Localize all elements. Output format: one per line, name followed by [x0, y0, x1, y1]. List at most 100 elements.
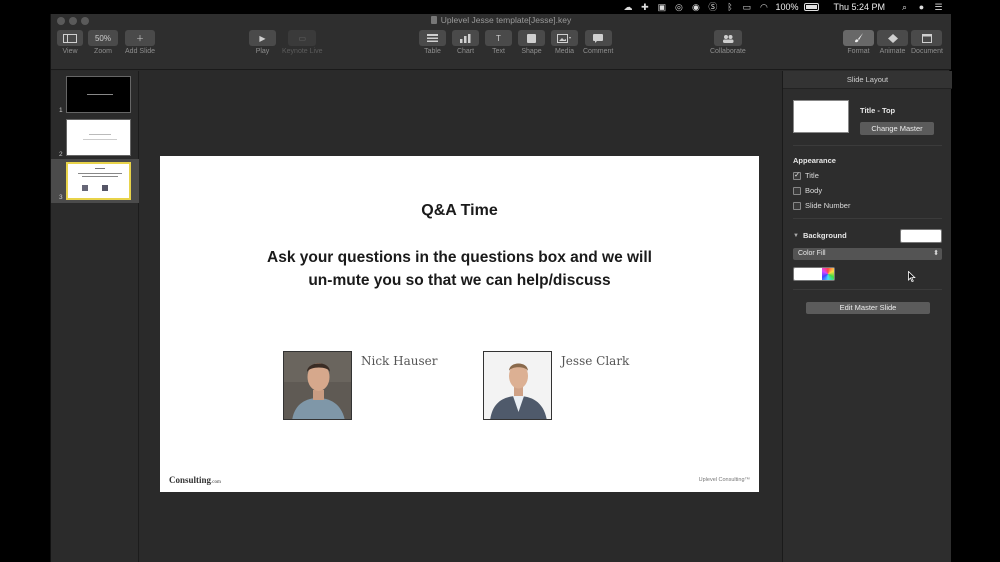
background-section-toggle[interactable]: ▼ Background: [793, 231, 847, 240]
slide[interactable]: Q&A Time Ask your questions in the quest…: [160, 156, 759, 492]
body-checkbox-row[interactable]: Body: [793, 186, 822, 195]
toolbar: View 50% Zoom ＋ Add Slide ▶ Play ▭ Keyno…: [51, 28, 951, 70]
document-inspector-icon: [911, 30, 943, 46]
thumbnail-text-line: [87, 94, 113, 95]
add-slide-button[interactable]: ＋ Add Slide: [125, 30, 155, 55]
checkbox-label: Slide Number: [805, 201, 851, 210]
keynote-window: Uplevel Jesse template[Jesse].key View 5…: [50, 14, 952, 562]
slide-number: 3: [59, 194, 63, 201]
monitor-icon[interactable]: ▣: [656, 2, 667, 12]
search-icon[interactable]: ⌕: [899, 2, 910, 12]
animate-button[interactable]: Animate: [877, 30, 908, 55]
slide-canvas[interactable]: Q&A Time Ask your questions in the quest…: [140, 71, 782, 562]
paintbrush-icon: [843, 30, 874, 46]
plus-icon: ＋: [125, 30, 155, 46]
media-button[interactable]: Media: [551, 30, 578, 55]
slide-thumbnail-1[interactable]: [66, 76, 131, 113]
slide-number: 2: [59, 151, 63, 158]
keynote-live-icon: ▭: [288, 30, 317, 46]
circle-dot-icon[interactable]: ◉: [690, 2, 701, 12]
shape-icon: [518, 30, 545, 46]
change-master-button[interactable]: Change Master: [860, 122, 934, 135]
background-swatch[interactable]: [900, 229, 942, 243]
text-icon: T: [485, 30, 512, 46]
play-button[interactable]: ▶ Play: [249, 30, 276, 55]
chart-icon: [452, 30, 479, 46]
slide-title[interactable]: Q&A Time: [160, 202, 759, 220]
person-card: Nick Hauser: [283, 351, 438, 420]
battery-percent: 100%: [775, 2, 799, 12]
battery-icon[interactable]: [804, 3, 820, 11]
slide-number: 1: [59, 107, 63, 114]
circle-icon[interactable]: ◎: [673, 2, 684, 12]
notification-center-icon[interactable]: ☰: [933, 2, 944, 12]
slide-number-checkbox[interactable]: [793, 201, 801, 210]
fill-type-select[interactable]: Color Fill ⬍: [793, 248, 942, 260]
person-photo[interactable]: [283, 351, 352, 420]
wifi-icon[interactable]: ◠: [758, 2, 769, 12]
person-photo[interactable]: [483, 351, 552, 420]
background-heading: Background: [802, 231, 847, 240]
divider: [793, 289, 942, 290]
title-checkbox-row[interactable]: ✓ Title: [793, 171, 819, 180]
slide-body-line: Ask your questions in the questions box …: [267, 249, 652, 266]
title-bar: Uplevel Jesse template[Jesse].key: [51, 14, 951, 28]
select-arrows-icon: ⬍: [933, 250, 939, 257]
format-inspector: Slide Layout Title - Top Change Master A…: [782, 71, 952, 562]
slide-thumbnail-3[interactable]: [66, 162, 131, 200]
divider: [793, 218, 942, 219]
chart-button[interactable]: Chart: [452, 30, 479, 55]
siri-icon[interactable]: ●: [916, 2, 927, 12]
thumbnail-text-line: [95, 168, 105, 169]
title-checkbox[interactable]: ✓: [793, 171, 801, 180]
checkbox-label: Body: [805, 186, 823, 195]
slide-number-checkbox-row[interactable]: Slide Number: [793, 201, 850, 210]
view-icon: [57, 30, 83, 46]
master-thumbnail[interactable]: [793, 100, 849, 133]
airplay-icon[interactable]: ▭: [741, 2, 752, 12]
thumbnail-text-line: [83, 139, 117, 140]
clock[interactable]: Thu 5:24 PM: [833, 2, 885, 12]
collaborate-icon: [713, 30, 742, 46]
slide-body[interactable]: Ask your questions in the questions box …: [200, 246, 719, 292]
color-well[interactable]: [793, 267, 835, 281]
thumbnail-text-line: [89, 134, 111, 135]
color-wheel-icon[interactable]: [822, 268, 834, 280]
comment-button[interactable]: Comment: [583, 30, 613, 55]
footer-brand-text: Uplevel Consulting™: [698, 477, 750, 483]
divider: [793, 145, 942, 146]
media-icon: [551, 30, 578, 46]
cloud-icon[interactable]: ☁: [622, 2, 633, 12]
document-icon: [430, 16, 437, 24]
person-card: Jesse Clark: [483, 351, 629, 420]
shape-button[interactable]: Shape: [518, 30, 545, 55]
slide-thumbnail-2[interactable]: [66, 119, 131, 156]
table-button[interactable]: Table: [419, 30, 446, 55]
menu-bar: ☁ ✚ ▣ ◎ ◉ Ⓢ ᛒ ▭ ◠ 100% Thu 5:24 PM ⌕ ● ☰: [0, 0, 1000, 14]
inspector-tab-slide-layout[interactable]: Slide Layout: [783, 71, 952, 89]
slide-navigator: 1 2 3: [51, 71, 139, 562]
bluetooth-icon[interactable]: ᛒ: [724, 2, 735, 12]
play-icon: ▶: [249, 30, 276, 46]
person-name[interactable]: Nick Hauser: [361, 354, 438, 368]
person-name[interactable]: Jesse Clark: [561, 354, 629, 368]
consulting-logo: Consulting.com: [169, 475, 221, 485]
zoom-select[interactable]: 50%: [88, 30, 118, 46]
thumbnail-text-line: [82, 176, 118, 177]
document-button[interactable]: Document: [911, 30, 943, 55]
zoom-button[interactable]: 50% Zoom: [88, 30, 118, 55]
body-checkbox[interactable]: [793, 186, 801, 195]
master-name: Title - Top: [860, 106, 896, 115]
view-button[interactable]: View: [57, 30, 83, 55]
plus-cross-icon[interactable]: ✚: [639, 2, 650, 12]
edit-master-slide-button[interactable]: Edit Master Slide: [806, 302, 930, 314]
screen: ☁ ✚ ▣ ◎ ◉ Ⓢ ᛒ ▭ ◠ 100% Thu 5:24 PM ⌕ ● ☰…: [0, 0, 1000, 562]
keynote-live-button[interactable]: ▭ Keynote Live: [282, 30, 322, 55]
disclosure-triangle-icon: ▼: [793, 232, 799, 239]
comment-icon: [584, 30, 612, 46]
format-button[interactable]: Format: [843, 30, 874, 55]
skype-icon[interactable]: Ⓢ: [707, 2, 718, 12]
window-title: Uplevel Jesse template[Jesse].key: [51, 15, 951, 25]
collaborate-button[interactable]: Collaborate: [710, 30, 746, 55]
text-button[interactable]: T Text: [485, 30, 512, 55]
